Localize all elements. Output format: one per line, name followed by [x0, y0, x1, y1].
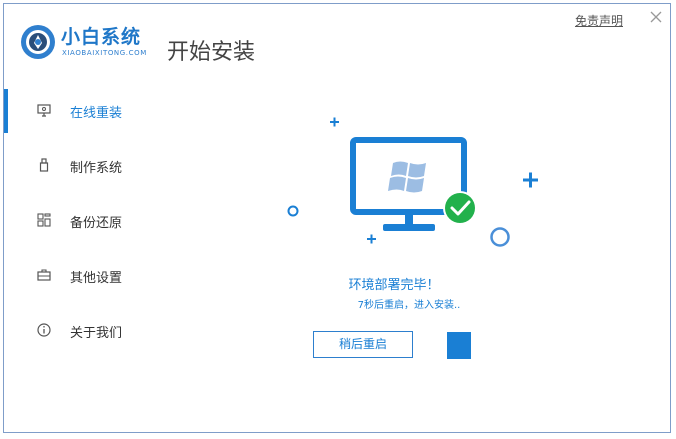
- page-title: 开始安装: [167, 40, 256, 65]
- logo-icon: [21, 25, 55, 59]
- briefcase-icon: [37, 269, 51, 281]
- disclaimer-link[interactable]: 免责声明: [575, 12, 623, 29]
- sidebar-item-label: 在线重装: [70, 106, 123, 121]
- app-window: 小白系统 XIAOBAIXITONG.COM 开始安装 免责声明 在线重装 制作…: [3, 3, 671, 433]
- sidebar-item-make-system[interactable]: 制作系统: [4, 143, 154, 187]
- sidebar-item-about-us[interactable]: 关于我们: [4, 308, 154, 352]
- backup-grid-icon: [37, 213, 51, 227]
- usb-icon: [39, 158, 49, 172]
- sidebar-item-other-settings[interactable]: 其他设置: [4, 253, 154, 297]
- header: 小白系统 XIAOBAIXITONG.COM 开始安装 免责声明: [4, 4, 670, 88]
- countdown-text: 7秒后重启，进入安装..: [357, 300, 461, 311]
- brand-url: XIAOBAIXITONG.COM: [62, 49, 147, 57]
- restart-later-button[interactable]: 稍后重启: [313, 331, 413, 358]
- sidebar-item-online-reinstall[interactable]: 在线重装: [4, 88, 154, 133]
- restart-now-button[interactable]: [447, 332, 471, 359]
- close-icon[interactable]: [649, 10, 663, 24]
- sidebar-item-label: 关于我们: [70, 326, 123, 341]
- sidebar-item-label: 其他设置: [70, 271, 123, 286]
- active-marker: [4, 89, 8, 133]
- sidebar-item-label: 制作系统: [70, 161, 123, 176]
- brand-name: 小白系统: [61, 26, 142, 48]
- sidebar: 在线重装 制作系统 备份还原 其他设置 关于我们: [4, 88, 154, 388]
- sidebar-item-backup-restore[interactable]: 备份还原: [4, 198, 154, 242]
- info-icon: [37, 323, 51, 337]
- status-title: 环境部署完毕！: [348, 278, 440, 293]
- sidebar-item-label: 备份还原: [70, 216, 123, 231]
- monitor-icon: [37, 104, 51, 117]
